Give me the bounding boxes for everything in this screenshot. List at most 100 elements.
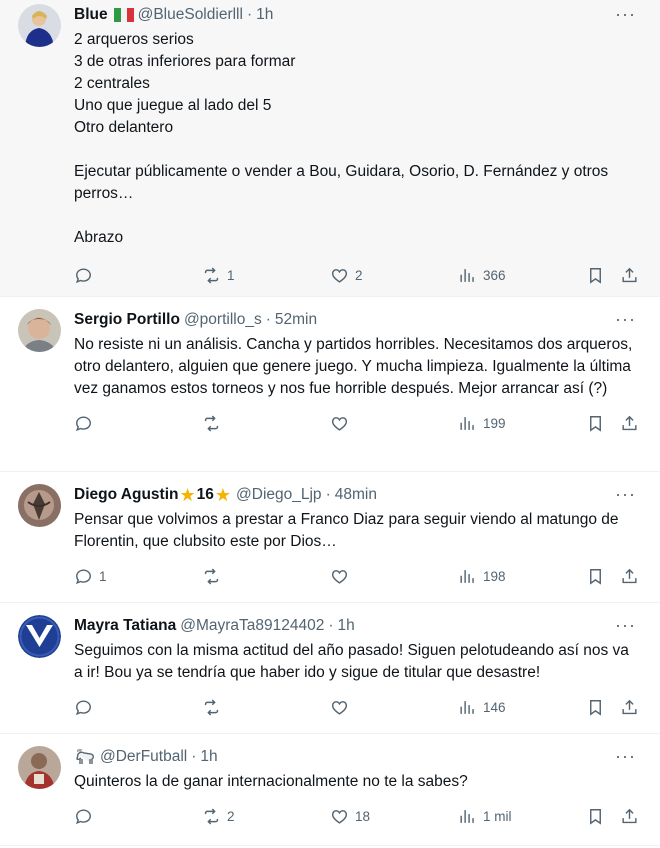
avatar[interactable]	[18, 4, 61, 47]
share-icon	[620, 266, 639, 285]
share-button[interactable]	[620, 262, 639, 288]
views-button[interactable]: 198	[458, 563, 506, 589]
bookmark-icon	[586, 807, 605, 826]
tweet-actions: 199	[74, 410, 636, 436]
tweet-actions: 1 2 366	[74, 262, 636, 288]
views-button[interactable]: 146	[458, 694, 506, 720]
share-button[interactable]	[620, 694, 639, 720]
views-button[interactable]: 199	[458, 410, 506, 436]
tweet-header: Blue @BlueSoldierlll · 1h	[74, 4, 636, 26]
timestamp[interactable]: 1h	[200, 748, 217, 766]
tweet-text: Quinteros la de ganar internacionalmente…	[74, 773, 468, 790]
view-count: 1 mil	[483, 808, 512, 824]
retweet-icon	[202, 698, 221, 717]
tweet[interactable]: Mayra Tatiana @MayraTa89124402 · 1h ··· …	[0, 603, 660, 734]
share-button[interactable]	[620, 563, 639, 589]
timestamp[interactable]: 1h	[338, 617, 355, 635]
reply-button[interactable]	[74, 694, 99, 720]
heart-icon	[330, 567, 349, 586]
reply-button[interactable]	[74, 803, 99, 829]
like-button[interactable]: 2	[330, 262, 363, 288]
like-button[interactable]: 18	[330, 803, 370, 829]
author-name[interactable]: Blue	[74, 6, 108, 24]
retweet-button[interactable]: 1	[202, 262, 235, 288]
author-handle[interactable]: @BlueSoldierlll	[138, 6, 243, 24]
bookmark-button[interactable]	[586, 563, 605, 589]
heart-icon	[330, 414, 349, 433]
author-handle[interactable]: @Diego_Ljp	[236, 486, 322, 504]
tweet-actions: 2 18 1 mil	[74, 803, 636, 829]
reply-icon	[74, 807, 93, 826]
share-button[interactable]	[620, 803, 639, 829]
timestamp[interactable]: 48min	[335, 486, 377, 504]
views-button[interactable]: 366	[458, 262, 506, 288]
author-name-number: 16	[196, 486, 214, 503]
reply-count: 1	[99, 568, 107, 584]
views-button[interactable]: 1 mil	[458, 803, 512, 829]
bookmark-button[interactable]	[586, 803, 605, 829]
bookmark-button[interactable]	[586, 410, 605, 436]
star-icon: ★	[179, 484, 196, 505]
tweet[interactable]: Blue @BlueSoldierlll · 1h ··· 2 arqueros…	[0, 0, 660, 297]
tweet-header: Mayra Tatiana @MayraTa89124402 · 1h	[74, 615, 636, 637]
like-button[interactable]	[330, 694, 355, 720]
views-chart-icon	[458, 807, 477, 826]
timestamp[interactable]: 52min	[275, 311, 317, 329]
author-handle[interactable]: @DerFutball	[100, 748, 187, 766]
more-options-icon[interactable]: ···	[615, 615, 636, 636]
star-icon: ★	[214, 484, 232, 505]
avatar[interactable]	[18, 615, 61, 658]
avatar[interactable]	[18, 746, 61, 789]
reply-icon	[74, 414, 93, 433]
share-icon	[620, 807, 639, 826]
tweet-actions: 1 198	[74, 563, 636, 589]
views-chart-icon	[458, 698, 477, 717]
retweet-icon	[202, 567, 221, 586]
more-options-icon[interactable]: ···	[615, 4, 636, 25]
more-options-icon[interactable]: ···	[615, 484, 636, 505]
avatar[interactable]	[18, 484, 61, 527]
tweet[interactable]: Sergio Portillo @portillo_s · 52min ··· …	[0, 297, 660, 472]
reply-button[interactable]	[74, 410, 99, 436]
tweet-text: 2 arqueros serios 3 de otras inferiores …	[74, 31, 609, 246]
retweet-button[interactable]	[202, 563, 227, 589]
views-chart-icon	[458, 266, 477, 285]
retweet-button[interactable]	[202, 410, 227, 436]
author-name[interactable]: Sergio Portillo	[74, 311, 180, 329]
retweet-count: 1	[227, 267, 235, 283]
reply-icon	[74, 698, 93, 717]
bookmark-button[interactable]	[586, 262, 605, 288]
reply-button[interactable]	[74, 262, 99, 288]
retweet-button[interactable]: 2	[202, 803, 235, 829]
separator-dot: ·	[191, 748, 197, 765]
bookmark-icon	[586, 698, 605, 717]
author-handle[interactable]: @MayraTa89124402	[180, 617, 324, 635]
like-button[interactable]	[330, 410, 355, 436]
like-button[interactable]	[330, 563, 355, 589]
retweet-button[interactable]	[202, 694, 227, 720]
tweet[interactable]: @DerFutball · 1h ··· Quinteros la de gan…	[0, 734, 660, 846]
separator-dot: ·	[246, 6, 253, 23]
avatar[interactable]	[18, 309, 61, 352]
like-count: 2	[355, 267, 363, 283]
share-icon	[620, 414, 639, 433]
reply-button[interactable]: 1	[74, 563, 107, 589]
author-handle[interactable]: @portillo_s	[184, 311, 262, 329]
like-count: 18	[355, 808, 371, 824]
share-icon	[620, 698, 639, 717]
more-options-icon[interactable]: ···	[615, 309, 636, 330]
more-options-icon[interactable]: ···	[615, 746, 636, 767]
author-name[interactable]: Diego Agustin	[74, 486, 178, 504]
reply-icon	[74, 567, 93, 586]
views-chart-icon	[458, 567, 477, 586]
share-button[interactable]	[620, 410, 639, 436]
author-name[interactable]: Mayra Tatiana	[74, 617, 176, 635]
heart-icon	[330, 698, 349, 717]
tweet-text: No resiste ni un análisis. Cancha y part…	[74, 336, 637, 397]
separator-dot: ·	[325, 486, 331, 503]
timestamp[interactable]: 1h	[256, 6, 273, 24]
views-chart-icon	[458, 414, 477, 433]
tweet[interactable]: Diego Agustin ★ 16 ★ @Diego_Ljp · 48min …	[0, 472, 660, 603]
bookmark-button[interactable]	[586, 694, 605, 720]
view-count: 146	[483, 699, 506, 715]
